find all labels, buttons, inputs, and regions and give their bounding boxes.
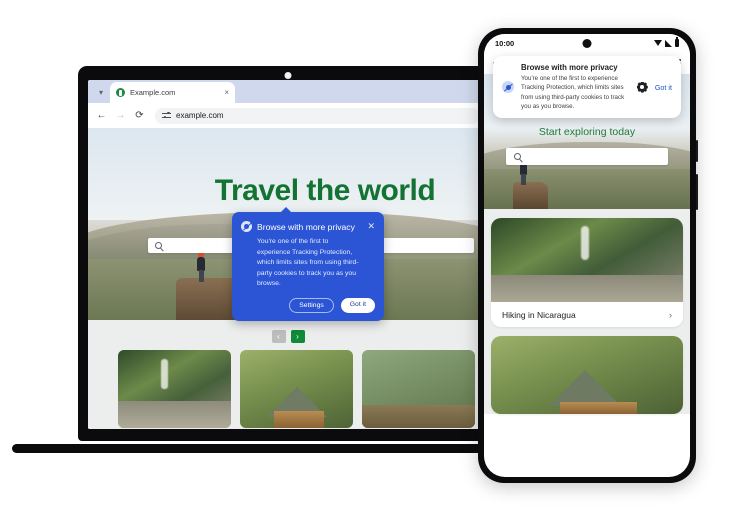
phone-privacy-card[interactable]: Browse with more privacy You're one of t… <box>493 56 681 119</box>
privacy-dialog-body: You're one of the first to experience Tr… <box>257 238 359 288</box>
page-title: Travel the world <box>214 174 436 207</box>
carousel-card[interactable] <box>118 350 231 428</box>
privacy-dialog-title: Browse with more privacy <box>257 221 355 232</box>
phone-device: 10:00 example.com + 1 <box>478 28 698 483</box>
status-bar: 10:00 <box>484 34 690 52</box>
hiker-figure <box>196 251 206 282</box>
privacy-dialog[interactable]: Browse with more privacy ✕ You're one of… <box>232 207 384 321</box>
tab-search-caret-icon[interactable]: ▾ <box>92 84 110 101</box>
phone-screen: 10:00 example.com + 1 <box>484 34 690 477</box>
privacy-dialog-actions: Settings Got it <box>241 297 375 313</box>
status-icons <box>654 37 679 47</box>
favicon-icon <box>116 88 125 97</box>
tracking-protection-icon[interactable] <box>162 111 171 120</box>
carousel-controls: ‹ › <box>88 330 488 343</box>
laptop-device: ▾ Example.com × ← → ⟳ example.com Travel… <box>12 66 582 453</box>
feed-card-image <box>491 218 683 302</box>
phone-site-search-input[interactable] <box>506 148 668 165</box>
phone-got-it-button[interactable]: Got it <box>655 83 672 92</box>
browser-tabstrip: ▾ Example.com × <box>88 80 488 103</box>
feed-card-title: Hiking in Nicaragua <box>502 309 576 320</box>
laptop-screen: ▾ Example.com × ← → ⟳ example.com Travel… <box>88 80 488 429</box>
phone-privacy-title: Browse with more privacy <box>521 63 618 72</box>
carousel-card[interactable] <box>362 350 475 428</box>
browser-toolbar: ← → ⟳ example.com <box>88 103 488 128</box>
chevron-right-icon[interactable]: › <box>669 310 672 320</box>
carousel-next-button[interactable]: › <box>290 330 305 343</box>
tab-close-icon[interactable]: × <box>224 88 229 97</box>
search-icon <box>155 242 162 249</box>
battery-icon <box>675 37 679 47</box>
got-it-button[interactable]: Got it <box>340 297 375 313</box>
browser-tab[interactable]: Example.com × <box>110 82 235 103</box>
wifi-icon <box>654 40 662 46</box>
laptop-lid: ▾ Example.com × ← → ⟳ example.com Travel… <box>78 66 498 441</box>
eye-off-icon <box>502 81 514 94</box>
reload-icon[interactable]: ⟳ <box>134 110 145 121</box>
hero-scene: ▾ Example.com × ← → ⟳ example.com Travel… <box>0 0 750 515</box>
feed-card-row[interactable]: Hiking in Nicaragua › <box>491 302 683 327</box>
phone-web-page: Start exploring today Hiking in Nicaragu… <box>484 74 690 477</box>
phone-volume-button[interactable] <box>695 174 698 210</box>
phone-privacy-body: You're one of the first to experience Tr… <box>521 75 625 110</box>
webcam-icon <box>284 72 292 79</box>
feed-card[interactable]: Hiking in Nicaragua › <box>491 218 683 327</box>
feed-card-image <box>491 336 683 414</box>
gear-icon[interactable] <box>637 82 648 93</box>
carousel-cards <box>88 343 488 428</box>
phone-feed: Hiking in Nicaragua › <box>484 209 690 414</box>
tab-title: Example.com <box>130 88 176 97</box>
phone-page-subtitle: Start exploring today <box>538 126 636 138</box>
address-bar-url: example.com <box>176 111 224 120</box>
forward-icon[interactable]: → <box>115 110 126 121</box>
privacy-dialog-header: Browse with more privacy ✕ <box>241 221 375 232</box>
signal-icon <box>665 39 672 47</box>
eye-off-icon <box>241 221 252 232</box>
feed-card[interactable] <box>491 336 683 414</box>
phone-hero-cliff <box>512 182 548 209</box>
carousel-prev-button[interactable]: ‹ <box>271 330 286 343</box>
back-icon[interactable]: ← <box>96 110 107 121</box>
camera-punchhole-icon <box>582 39 592 48</box>
close-icon[interactable]: ✕ <box>367 222 375 231</box>
carousel-card[interactable] <box>240 350 353 428</box>
phone-frame: 10:00 example.com + 1 <box>478 28 698 483</box>
address-bar[interactable]: example.com <box>155 107 480 124</box>
settings-button[interactable]: Settings <box>289 297 334 313</box>
phone-privacy-text: Browse with more privacy You're one of t… <box>521 63 630 111</box>
search-icon <box>514 153 521 160</box>
phone-power-button[interactable] <box>695 140 698 162</box>
status-time: 10:00 <box>495 38 515 48</box>
carousel-section: ‹ › <box>88 320 488 429</box>
